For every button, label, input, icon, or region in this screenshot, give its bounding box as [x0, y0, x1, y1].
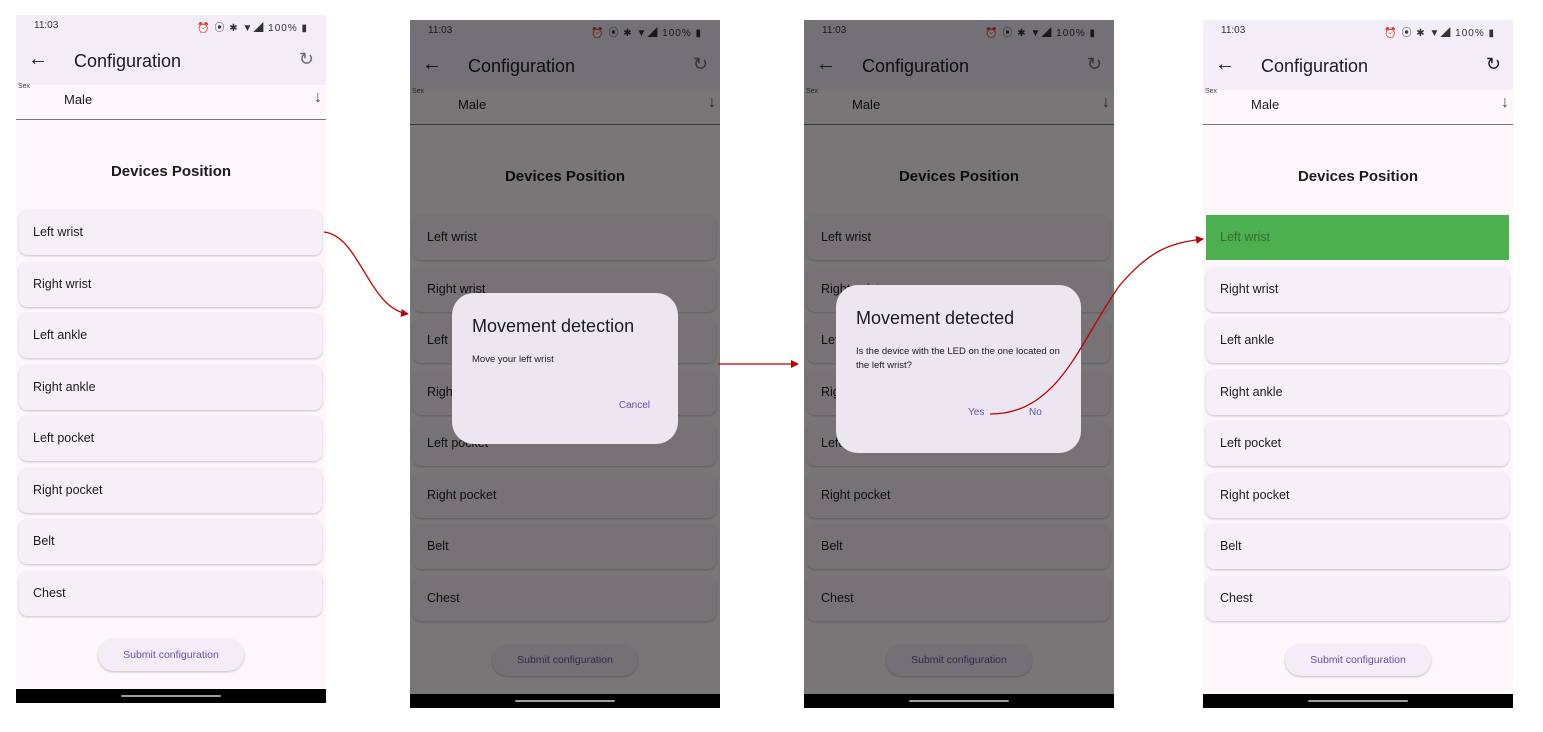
flow-arrow-1 [323, 231, 409, 317]
flow-arrow-3 [989, 235, 1204, 415]
flow-arrows [323, 231, 1204, 415]
